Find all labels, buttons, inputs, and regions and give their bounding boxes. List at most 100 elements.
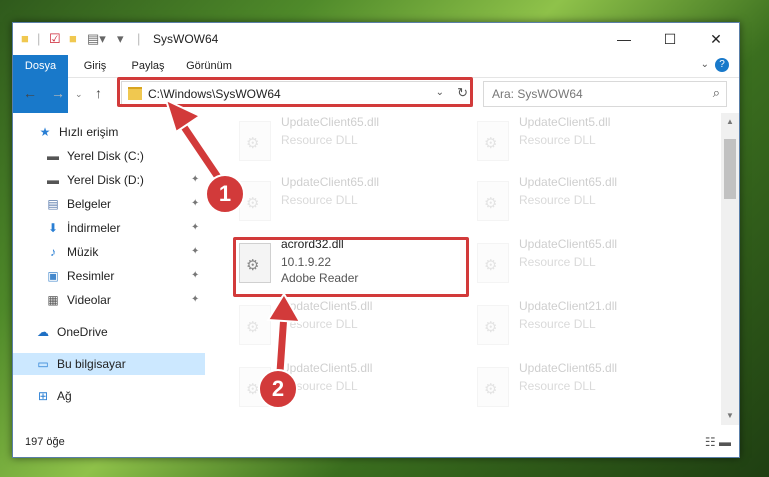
file-item[interactable]: ⚙ UpdateClient65.dll Resource DLL <box>233 113 463 171</box>
file-item[interactable]: ⚙ UpdateClient65.dll Resource DLL <box>471 235 701 293</box>
gear-icon: ⚙ <box>484 381 498 398</box>
pictures-icon: ▣ <box>47 269 59 283</box>
scroll-up-icon[interactable]: ▲ <box>721 117 739 126</box>
new-folder-icon[interactable]: ■ <box>69 31 77 46</box>
sidebar-item-music[interactable]: ♪ Müzik ✦ <box>13 241 205 263</box>
file-name: UpdateClient21.dll <box>519 299 618 313</box>
star-icon: ★ <box>39 125 51 139</box>
gear-icon: ⚙ <box>484 257 498 274</box>
file-description: Resource DLL <box>519 379 596 393</box>
sidebar-item-label: Ağ <box>57 389 72 403</box>
sidebar-item-onedrive[interactable]: ☁ OneDrive <box>13 321 205 343</box>
file-item[interactable]: ⚙ UpdateClient65.dll Resource DLL <box>233 173 463 231</box>
sidebar-item-label: Belgeler <box>67 197 112 211</box>
close-button[interactable]: ✕ <box>693 23 739 55</box>
minimize-button[interactable]: — <box>601 23 647 55</box>
drive-icon: ▬ <box>47 173 59 187</box>
properties-icon[interactable]: ☑ <box>49 31 61 47</box>
pin-icon[interactable]: ✦ <box>191 241 199 263</box>
sidebar-item-videos[interactable]: ▦ Videolar ✦ <box>13 289 205 311</box>
vertical-scrollbar[interactable]: ▲ ▼ <box>721 113 739 425</box>
step-badge-2: 2 <box>258 369 298 409</box>
file-item[interactable]: ⚙ UpdateClient5.dll Resource DLL <box>471 113 701 171</box>
download-icon: ⬇ <box>47 221 59 235</box>
file-item[interactable]: ⚙ UpdateClient65.dll Resource DLL <box>471 359 701 417</box>
sidebar-item-network[interactable]: ⊞ Ağ <box>13 385 205 407</box>
pin-icon[interactable]: ✦ <box>191 289 199 311</box>
navigation-bar: ← → ⌄ ↑ C:\Windows\SysWOW64 ⌄ ↻ Ara: Sys… <box>13 77 739 110</box>
file-item[interactable]: ⚙ UpdateClient65.dll Resource DLL <box>471 173 701 231</box>
file-description: Resource DLL <box>281 133 358 147</box>
file-highlight-box <box>233 237 469 297</box>
sidebar-item-label: Yerel Disk (D:) <box>67 173 144 187</box>
scrollbar-thumb[interactable] <box>724 139 736 199</box>
gear-icon: ⚙ <box>246 319 260 336</box>
dll-file-icon: ⚙ <box>477 181 509 221</box>
item-count: 197 öğe <box>25 436 65 448</box>
network-icon: ⊞ <box>37 389 49 403</box>
dll-file-icon: ⚙ <box>477 243 509 283</box>
view-toggle-icons[interactable]: ☷ ▬ <box>705 435 731 449</box>
help-icon[interactable]: ? <box>715 58 729 72</box>
ribbon-tabs: Dosya Giriş Paylaş Görünüm ⌄ ? <box>13 55 739 113</box>
gear-icon: ⚙ <box>484 135 498 152</box>
title-bar: ■ | ☑ ■ ▤▾ ▾ | SysWOW64 — ☐ ✕ <box>13 23 739 55</box>
tab-home[interactable]: Giriş <box>75 55 115 77</box>
tab-share[interactable]: Paylaş <box>123 55 173 77</box>
pin-icon[interactable]: ✦ <box>191 217 199 239</box>
gear-icon: ⚙ <box>246 195 260 212</box>
quick-access-dropdown-icon[interactable]: ▾ <box>117 31 124 47</box>
file-description: Resource DLL <box>281 193 358 207</box>
search-icon[interactable]: ⌕ <box>713 85 720 101</box>
file-name: UpdateClient5.dll <box>519 115 611 129</box>
file-item[interactable]: ⚙ UpdateClient21.dll Resource DLL <box>471 297 701 355</box>
customize-toolbar-icon[interactable]: ▤▾ <box>87 31 106 47</box>
sidebar-item-label: OneDrive <box>57 325 108 339</box>
computer-icon: ▭ <box>37 357 49 371</box>
forward-button[interactable]: → <box>51 85 65 101</box>
sidebar-item-this-pc[interactable]: ▭ Bu bilgisayar <box>13 353 205 375</box>
cloud-icon: ☁ <box>37 325 49 339</box>
separator: | <box>137 31 141 46</box>
gear-icon: ⚙ <box>246 135 260 152</box>
file-description: Resource DLL <box>519 317 596 331</box>
up-button[interactable]: ↑ <box>95 85 102 101</box>
sidebar-item-label: Müzik <box>67 245 99 259</box>
sidebar-item-label: Hızlı erişim <box>59 125 119 139</box>
explorer-window: ■ | ☑ ■ ▤▾ ▾ | SysWOW64 — ☐ ✕ Dosya Giri… <box>12 22 740 458</box>
gear-icon: ⚙ <box>484 195 498 212</box>
sidebar-item-label: Yerel Disk (C:) <box>67 149 144 163</box>
recent-locations-icon[interactable]: ⌄ <box>75 89 83 100</box>
search-input[interactable]: Ara: SysWOW64 <box>492 87 583 101</box>
window-title: SysWOW64 <box>153 32 219 46</box>
sidebar-item-pictures[interactable]: ▣ Resimler ✦ <box>13 265 205 287</box>
file-name: UpdateClient65.dll <box>281 175 380 189</box>
tab-view[interactable]: Görünüm <box>179 55 239 77</box>
videos-icon: ▦ <box>47 293 59 307</box>
step-badge-1: 1 <box>205 174 245 214</box>
sidebar-item-label: Resimler <box>67 269 115 283</box>
dll-file-icon: ⚙ <box>477 305 509 345</box>
file-name: UpdateClient65.dll <box>519 175 618 189</box>
drive-icon: ▬ <box>47 149 59 163</box>
search-box[interactable]: Ara: SysWOW64 ⌕ <box>483 81 727 107</box>
sidebar-item-label: Videolar <box>67 293 111 307</box>
separator: | <box>37 31 41 46</box>
music-icon: ♪ <box>50 245 56 259</box>
dll-file-icon: ⚙ <box>239 121 271 161</box>
folder-icon: ■ <box>21 31 29 46</box>
file-name: UpdateClient65.dll <box>281 115 380 129</box>
scroll-down-icon[interactable]: ▼ <box>721 411 739 420</box>
dll-file-icon: ⚙ <box>477 121 509 161</box>
file-description: Resource DLL <box>519 193 596 207</box>
sidebar-item-downloads[interactable]: ⬇ İndirmeler ✦ <box>13 217 205 239</box>
ribbon-expand-icon[interactable]: ⌄ <box>701 59 709 70</box>
maximize-button[interactable]: ☐ <box>647 23 693 55</box>
documents-icon: ▤ <box>47 197 59 211</box>
gear-icon: ⚙ <box>484 319 498 336</box>
back-button[interactable]: ← <box>23 85 37 101</box>
file-description: Resource DLL <box>519 133 596 147</box>
file-name: UpdateClient65.dll <box>519 237 618 251</box>
sidebar-item-label: İndirmeler <box>67 221 121 235</box>
pin-icon[interactable]: ✦ <box>191 265 199 287</box>
